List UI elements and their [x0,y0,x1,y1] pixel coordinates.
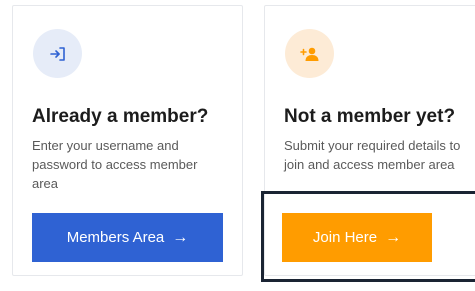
members-area-button[interactable]: Members Area → [32,213,223,262]
arrow-right-icon: → [172,228,189,246]
login-icon [49,46,65,61]
new-member-title: Not a member yet? [284,106,456,127]
existing-member-description: Enter your username and password to acce… [32,138,198,191]
new-member-description: Submit your required details to join and… [284,138,461,172]
add-user-icon-badge [285,29,334,78]
membership-page: Already a member? Enter your username an… [0,0,475,291]
add-user-icon [299,47,318,61]
login-icon-badge [33,29,82,78]
existing-member-card: Already a member? Enter your username an… [12,5,243,276]
new-member-card: Not a member yet? Submit your required d… [264,5,475,276]
arrow-right-icon: → [385,228,402,246]
join-here-button-label: Join Here [312,229,378,246]
members-area-button-label: Members Area [66,229,165,246]
existing-member-title: Already a member? [32,106,209,127]
join-here-button[interactable]: Join Here → [282,213,432,262]
